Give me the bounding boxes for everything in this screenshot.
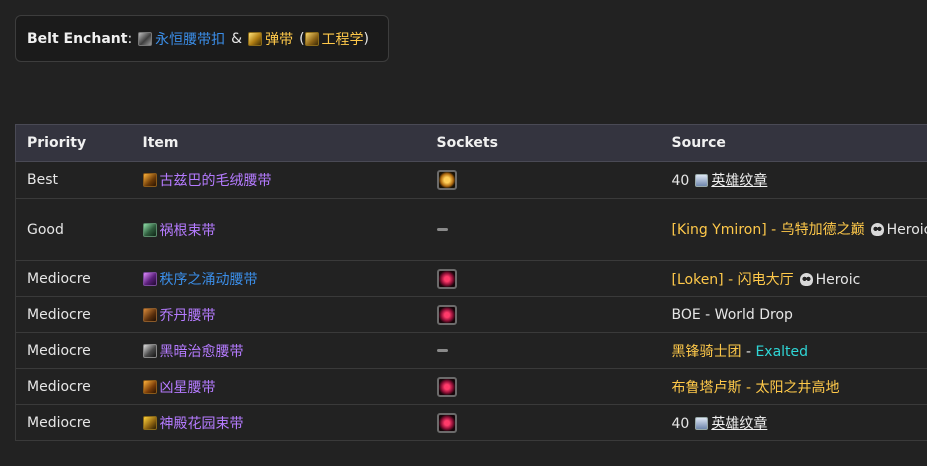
socket-cell bbox=[425, 404, 661, 441]
table-row: Mediocre 乔丹腰带 BOE - World Drop bbox=[15, 296, 927, 333]
heroic-label: Heroic bbox=[815, 271, 861, 288]
source-dash: - bbox=[741, 379, 756, 396]
boss-link[interactable]: 布鲁塔卢斯 bbox=[672, 380, 742, 396]
skull-icon bbox=[870, 222, 884, 236]
header-source: Source bbox=[660, 124, 927, 162]
priority-cell: Mediocre bbox=[15, 296, 132, 333]
socket-cell bbox=[425, 161, 661, 199]
badge-of-justice-icon bbox=[695, 416, 709, 430]
red-socket-icon bbox=[436, 412, 457, 433]
belt-priority-table: Priority Item Sockets Source Best 古兹巴的毛绒… bbox=[15, 124, 927, 441]
header-item: Item bbox=[131, 124, 426, 162]
item-link[interactable]: 神殿花园束带 bbox=[160, 416, 244, 432]
table-row: Mediocre 神殿花园束带 40 英雄纹章 bbox=[15, 404, 927, 441]
header-priority: Priority bbox=[15, 124, 132, 162]
table-row: Good 祸根束带 [King Ymiron] - 乌特加德之巅 Heroic bbox=[15, 198, 927, 261]
heroic-label: Heroic bbox=[886, 221, 927, 238]
paren-close: ) bbox=[363, 30, 370, 47]
source-cell: 40 英雄纹章 bbox=[660, 404, 927, 441]
item-cell: 神殿花园束带 bbox=[131, 404, 426, 441]
priority-cell: Mediocre bbox=[15, 404, 132, 441]
source-cell: 布鲁塔卢斯 - 太阳之井高地 bbox=[660, 368, 927, 405]
source-cell: BOE - World Drop bbox=[660, 296, 927, 333]
table-row: Mediocre 秩序之涌动腰带 [Loken] - 闪电大厅 Heroic bbox=[15, 260, 927, 297]
header-sockets: Sockets bbox=[425, 124, 661, 162]
item-link[interactable]: 古兹巴的毛绒腰带 bbox=[160, 173, 272, 189]
source-cell: 黑锋骑士团 - Exalted bbox=[660, 332, 927, 369]
paren-open: ( bbox=[299, 30, 305, 47]
item-link[interactable]: 乔丹腰带 bbox=[160, 308, 216, 324]
engineering-link[interactable]: 工程学 bbox=[322, 29, 364, 49]
engineering-icon bbox=[304, 31, 319, 46]
belt-icon bbox=[142, 222, 157, 237]
priority-cell: Good bbox=[15, 198, 132, 261]
skull-icon bbox=[799, 272, 813, 286]
ammo-pouch-icon bbox=[248, 31, 263, 46]
red-socket-icon bbox=[436, 376, 457, 397]
enchant-scroll-icon bbox=[138, 31, 153, 46]
red-socket-icon bbox=[436, 268, 457, 289]
table-row: Mediocre 黑暗治愈腰带 黑锋骑士团 - Exalted bbox=[15, 332, 927, 369]
enchant-amp: & bbox=[231, 30, 243, 47]
socket-cell bbox=[425, 260, 661, 297]
belt-icon bbox=[142, 343, 157, 358]
yellow-socket-icon bbox=[436, 170, 457, 190]
belt-icon bbox=[142, 173, 157, 187]
table-row: Mediocre 凶星腰带 布鲁塔卢斯 - 太阳之井高地 bbox=[15, 368, 927, 405]
badge-count: 40 bbox=[671, 415, 690, 432]
dungeon-link[interactable]: 乌特加德之巅 bbox=[781, 222, 865, 238]
priority-cell: Best bbox=[15, 161, 132, 199]
table-header-row: Priority Item Sockets Source bbox=[15, 124, 927, 162]
belt-icon bbox=[142, 307, 157, 322]
table-row: Best 古兹巴的毛绒腰带 40 英雄纹章 bbox=[15, 161, 927, 199]
belt-icon bbox=[142, 271, 157, 286]
badge-link[interactable]: 英雄纹章 bbox=[711, 416, 767, 432]
item-link[interactable]: 凶星腰带 bbox=[160, 380, 216, 396]
belt-icon bbox=[142, 415, 157, 430]
faction-link[interactable]: 黑锋骑士团 bbox=[672, 344, 742, 360]
source-cell: 40 英雄纹章 bbox=[660, 161, 927, 199]
badge-of-justice-icon bbox=[695, 174, 709, 187]
reputation-level: Exalted bbox=[755, 343, 809, 360]
source-dash: - bbox=[723, 271, 738, 288]
red-socket-icon bbox=[436, 304, 457, 325]
item-cell: 秩序之涌动腰带 bbox=[131, 260, 426, 297]
belt-icon bbox=[142, 379, 157, 394]
enchant-colon: : bbox=[127, 30, 133, 47]
item-link[interactable]: 黑暗治愈腰带 bbox=[160, 344, 244, 360]
item-link[interactable]: 祸根束带 bbox=[160, 223, 216, 239]
badge-link[interactable]: 英雄纹章 bbox=[711, 173, 767, 189]
item-cell: 祸根束带 bbox=[131, 198, 426, 261]
item-cell: 黑暗治愈腰带 bbox=[131, 332, 426, 369]
source-cell: [Loken] - 闪电大厅 Heroic bbox=[660, 260, 927, 297]
boss-link[interactable]: [King Ymiron] bbox=[672, 222, 767, 238]
socket-cell bbox=[425, 296, 661, 333]
boss-link[interactable]: [Loken] bbox=[672, 272, 724, 288]
source-dash: - bbox=[741, 343, 756, 360]
ammo-item-link[interactable]: 弹带 bbox=[265, 29, 293, 49]
source-dash: - bbox=[766, 221, 781, 238]
badge-count: 40 bbox=[671, 173, 690, 189]
priority-cell: Mediocre bbox=[15, 368, 132, 405]
socket-cell bbox=[425, 198, 661, 261]
source-cell: [King Ymiron] - 乌特加德之巅 Heroic bbox=[660, 198, 927, 261]
dungeon-link[interactable]: 太阳之井高地 bbox=[755, 380, 839, 396]
no-socket-dash bbox=[436, 349, 448, 352]
item-cell: 凶星腰带 bbox=[131, 368, 426, 405]
priority-cell: Mediocre bbox=[15, 260, 132, 297]
item-cell: 古兹巴的毛绒腰带 bbox=[131, 161, 426, 199]
item-cell: 乔丹腰带 bbox=[131, 296, 426, 333]
no-socket-dash bbox=[436, 228, 448, 231]
belt-enchant-box: Belt Enchant: 永恒腰带扣 & 弹带 ( 工程学) bbox=[15, 15, 389, 62]
enchant-item-link[interactable]: 永恒腰带扣 bbox=[155, 29, 225, 49]
priority-cell: Mediocre bbox=[15, 332, 132, 369]
socket-cell bbox=[425, 332, 661, 369]
item-link[interactable]: 秩序之涌动腰带 bbox=[160, 272, 258, 288]
socket-cell bbox=[425, 368, 661, 405]
dungeon-link[interactable]: 闪电大厅 bbox=[738, 272, 794, 288]
belt-enchant-label: Belt Enchant bbox=[27, 30, 128, 47]
